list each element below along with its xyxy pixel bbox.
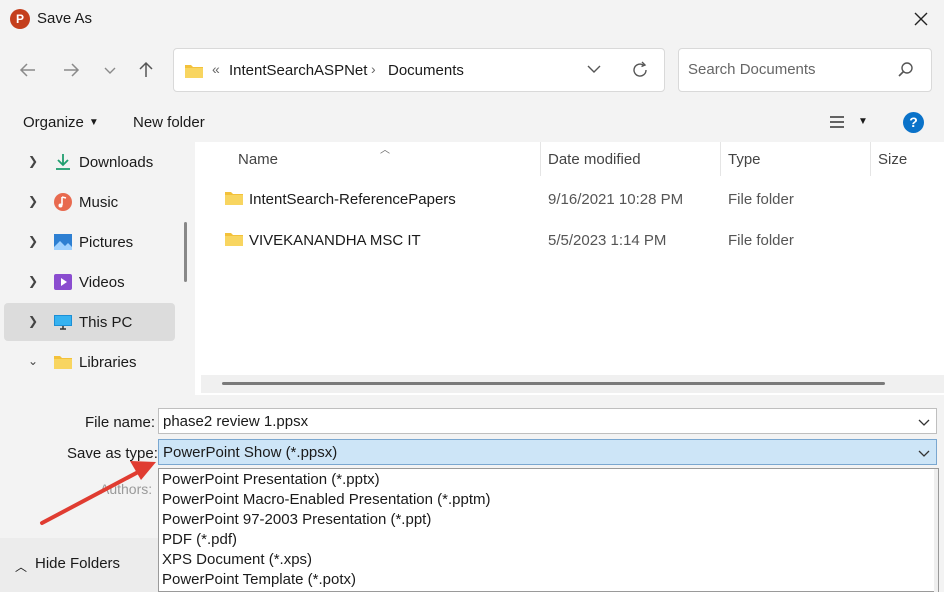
chevron-down-icon[interactable]: [586, 61, 602, 77]
save-type-label: Save as type:: [67, 445, 158, 462]
sidebar-item-pictures[interactable]: ❯ Pictures: [4, 223, 175, 261]
authors-label: Authors:: [100, 481, 153, 497]
file-name-field[interactable]: phase2 review 1.ppsx: [158, 408, 937, 434]
chevron-right-icon[interactable]: ❯: [28, 194, 38, 208]
recent-locations-button[interactable]: [96, 56, 124, 84]
organize-label: Organize: [23, 114, 84, 131]
save-type-select[interactable]: PowerPoint Show (*.ppsx): [158, 439, 937, 465]
sidebar-item-label: This PC: [79, 314, 133, 331]
sort-ascending-icon: ︿: [380, 145, 390, 156]
file-list: ︿ Name Date modified Type Size IntentSea…: [195, 142, 944, 395]
horizontal-scrollbar-thumb[interactable]: [222, 382, 885, 385]
help-button[interactable]: ?: [903, 112, 924, 133]
up-button[interactable]: [132, 56, 160, 84]
chevron-right-icon[interactable]: ❯: [28, 234, 38, 248]
sidebar-item-libraries[interactable]: ⌄ Libraries: [4, 343, 175, 381]
sidebar-item-label: Downloads: [79, 154, 154, 171]
sidebar-item-label: Videos: [79, 274, 125, 291]
save-type-option[interactable]: XPS Document (*.xps): [162, 551, 312, 568]
sidebar-item-music[interactable]: ❯ Music: [4, 183, 175, 221]
arrow-right-icon: [64, 63, 80, 77]
powerpoint-icon: P: [10, 9, 33, 29]
pictures-icon: [54, 234, 72, 250]
back-button[interactable]: [14, 56, 42, 84]
table-row[interactable]: VIVEKANANDHA MSC IT 5/5/2023 1:14 PM Fil…: [195, 221, 944, 261]
file-date: 9/16/2021 10:28 PM: [548, 191, 684, 208]
close-icon: [914, 12, 928, 26]
address-bar[interactable]: « IntentSearchASPNet › Documents: [173, 48, 665, 92]
column-header-name[interactable]: Name: [238, 151, 278, 168]
save-type-option[interactable]: PowerPoint 97-2003 Presentation (*.ppt): [162, 511, 431, 528]
caret-down-icon[interactable]: ▼: [858, 116, 868, 127]
search-icon: [898, 62, 913, 77]
view-list-icon[interactable]: [828, 113, 846, 131]
window-title: Save As: [37, 10, 93, 27]
column-header-size[interactable]: Size: [878, 151, 907, 168]
sidebar-item-this-pc[interactable]: ❯ This PC: [4, 303, 175, 341]
column-header-type[interactable]: Type: [728, 151, 761, 168]
chevron-right-icon[interactable]: ❯: [28, 274, 38, 288]
folder-icon: [225, 233, 243, 246]
libraries-icon: [54, 356, 72, 369]
table-row[interactable]: IntentSearch-ReferencePapers 9/16/2021 1…: [195, 180, 944, 220]
file-name: IntentSearch-ReferencePapers: [249, 191, 456, 208]
search-input[interactable]: [688, 61, 888, 78]
downloads-icon: [56, 154, 70, 170]
chevron-down-icon[interactable]: ⌄: [28, 354, 38, 368]
sidebar-item-videos[interactable]: ❯ Videos: [4, 263, 175, 301]
videos-icon: [54, 274, 72, 290]
caret-down-icon: ▼: [88, 117, 99, 128]
new-folder-button[interactable]: New folder: [133, 114, 205, 131]
breadcrumb-overflow[interactable]: «: [212, 61, 220, 77]
navigation-pane: ❯ Downloads ❯ Music ❯ Pictures ❯ Videos …: [0, 142, 195, 395]
column-header-date-modified[interactable]: Date modified: [548, 151, 641, 168]
column-divider[interactable]: [540, 142, 541, 176]
sidebar-scrollbar[interactable]: [184, 222, 187, 282]
file-type: File folder: [728, 232, 794, 249]
breadcrumb-separator[interactable]: ›: [371, 61, 376, 77]
save-type-value[interactable]: PowerPoint Show (*.ppsx): [163, 444, 337, 461]
file-name-label: File name:: [85, 414, 156, 431]
folder-icon: [185, 65, 203, 78]
chevron-down-icon: [104, 67, 116, 74]
save-type-dropdown-list: PowerPoint Presentation (*.pptx) PowerPo…: [158, 468, 939, 592]
breadcrumb-intentsearchaspnet[interactable]: IntentSearchASPNet: [229, 62, 367, 79]
search-box[interactable]: [678, 48, 932, 92]
breadcrumb-documents[interactable]: Documents: [388, 62, 464, 79]
sidebar-item-downloads[interactable]: ❯ Downloads: [4, 143, 175, 181]
close-button[interactable]: [898, 0, 944, 38]
chevron-right-icon[interactable]: ❯: [28, 154, 38, 168]
chevron-down-icon[interactable]: [918, 447, 930, 459]
refresh-icon[interactable]: [630, 60, 650, 80]
arrow-up-icon: [139, 61, 153, 77]
sidebar-item-label: Pictures: [79, 234, 134, 251]
save-type-option[interactable]: PowerPoint Presentation (*.pptx): [162, 471, 380, 488]
chevron-down-icon[interactable]: [918, 416, 930, 428]
navigation-bar: « IntentSearchASPNet › Documents: [0, 38, 944, 102]
this-pc-icon: [54, 315, 72, 330]
dropdown-scrollbar[interactable]: [934, 469, 938, 592]
file-type: File folder: [728, 191, 794, 208]
save-type-option[interactable]: PowerPoint Template (*.potx): [162, 571, 356, 588]
hide-folders-button[interactable]: ︿ Hide Folders: [0, 538, 158, 592]
save-type-option[interactable]: PowerPoint Macro-Enabled Presentation (*…: [162, 491, 491, 508]
sidebar-item-label: Libraries: [79, 354, 137, 371]
folder-icon: [225, 192, 243, 205]
arrow-left-icon: [19, 63, 35, 77]
column-divider[interactable]: [870, 142, 871, 176]
sidebar-item-label: Music: [79, 194, 119, 211]
organize-button[interactable]: Organize ▼: [23, 114, 99, 131]
save-type-option[interactable]: PDF (*.pdf): [162, 531, 237, 548]
file-date: 5/5/2023 1:14 PM: [548, 232, 667, 249]
music-icon: [54, 193, 72, 211]
file-name-value[interactable]: phase2 review 1.ppsx: [163, 413, 308, 430]
forward-button[interactable]: [57, 56, 85, 84]
command-bar: Organize ▼ New folder ▼ ?: [0, 102, 944, 142]
title-bar: P Save As: [0, 0, 944, 38]
column-divider[interactable]: [720, 142, 721, 176]
file-name: VIVEKANANDHA MSC IT: [249, 232, 421, 249]
hide-folders-label: Hide Folders: [35, 555, 121, 572]
chevron-right-icon[interactable]: ❯: [28, 314, 38, 328]
chevron-up-icon: ︿: [15, 560, 28, 574]
